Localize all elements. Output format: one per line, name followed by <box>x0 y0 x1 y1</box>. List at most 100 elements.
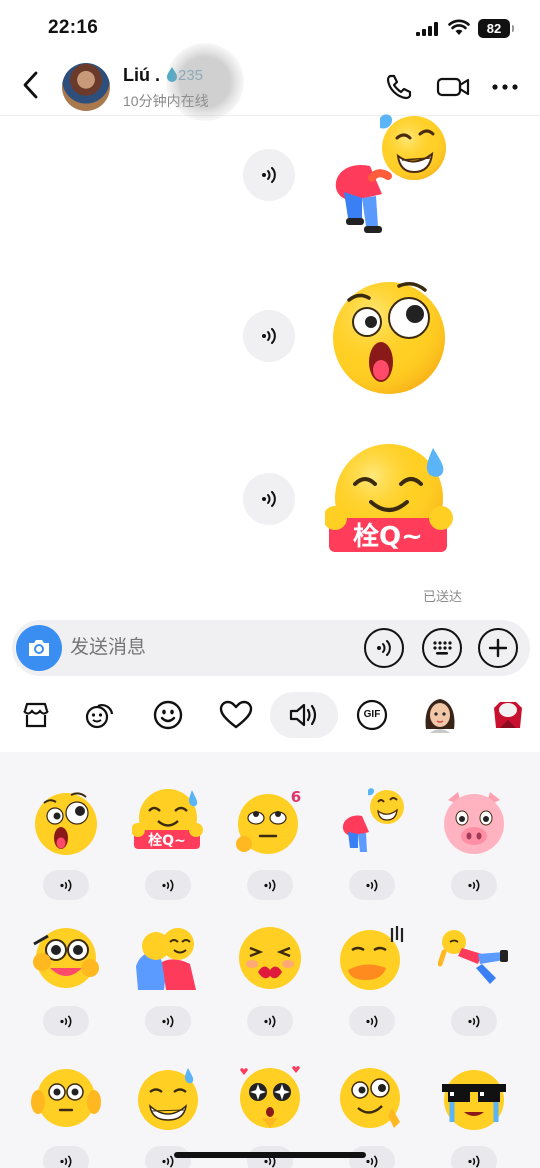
grid-sticker-thanks[interactable]: 栓Q~ <box>118 786 218 900</box>
play-sound-button[interactable] <box>145 870 191 900</box>
sound-wave-icon <box>162 878 174 892</box>
sound-wave-icon <box>262 328 276 344</box>
message-input[interactable] <box>70 633 350 663</box>
red-pack-icon <box>494 702 522 728</box>
grimace-sweat-emoji-sticker <box>138 1068 198 1130</box>
hug-emoji-sticker <box>136 928 196 990</box>
play-sound-button[interactable] <box>43 1146 89 1168</box>
sound-wave-icon <box>377 640 391 656</box>
delivery-status: 已送达 <box>423 589 463 604</box>
play-sound-button[interactable] <box>451 870 497 900</box>
fangirl-emoji-sticker <box>33 928 99 988</box>
chat-message: 栓Q~ <box>0 432 540 562</box>
grid-sticker-bowing[interactable] <box>322 786 422 900</box>
battery-indicator: 82 <box>478 19 514 38</box>
grid-sticker-hug[interactable] <box>118 922 218 1036</box>
tab-stickers[interactable] <box>77 692 123 738</box>
sound-wave-icon <box>366 1014 378 1028</box>
home-indicator[interactable] <box>174 1152 366 1158</box>
sound-wave-icon <box>60 1014 72 1028</box>
play-sound-button[interactable] <box>243 473 295 525</box>
sound-wave-icon <box>366 1154 378 1168</box>
sound-wave-icon <box>264 1014 276 1028</box>
play-sound-button[interactable] <box>247 870 293 900</box>
play-sound-button[interactable] <box>243 149 295 201</box>
sticker-pack-icon <box>85 704 114 729</box>
tab-store[interactable] <box>13 692 59 738</box>
tab-favorites[interactable] <box>213 692 259 738</box>
wifi-icon <box>448 19 470 35</box>
sound-wave-icon <box>264 878 276 892</box>
status-time: 22:16 <box>48 17 99 38</box>
grid-sticker-covering-ears[interactable] <box>16 1062 116 1168</box>
camera-icon <box>29 640 49 656</box>
status-bar: 22:16 82 <box>0 0 540 56</box>
sound-wave-icon <box>468 878 480 892</box>
cool-shades-emoji-sticker <box>442 1070 506 1130</box>
sticker-caption: 栓Q~ <box>148 832 186 849</box>
heart-icon <box>219 700 253 729</box>
grid-sticker-eye-roll[interactable]: 6 <box>220 786 320 900</box>
plus-icon <box>488 638 508 658</box>
play-sound-button[interactable] <box>349 870 395 900</box>
play-sound-button[interactable] <box>43 1006 89 1036</box>
covering-ears-emoji-sticker <box>31 1069 101 1127</box>
bowing-emoji-sticker <box>342 788 404 852</box>
eye-roll-emoji-sticker: 6 <box>236 788 301 854</box>
cellular-signal-icon <box>416 22 438 36</box>
gif-label: GIF <box>363 709 381 720</box>
play-sound-button[interactable] <box>243 310 295 362</box>
grid-sticker-kiss[interactable] <box>220 922 320 1036</box>
grid-sticker-cool-shades[interactable] <box>424 1062 524 1168</box>
contact-name[interactable]: Liú . <box>123 65 160 86</box>
add-button[interactable] <box>478 628 518 668</box>
pig-emoji-sticker <box>444 792 504 854</box>
chat-message <box>0 110 540 240</box>
bowing-emoji-sticker[interactable] <box>322 110 452 240</box>
avatar[interactable] <box>62 63 110 111</box>
sound-wave-icon <box>366 878 378 892</box>
back-arrow-icon[interactable] <box>20 70 42 100</box>
sound-wave-icon <box>468 1154 480 1168</box>
play-sound-button[interactable] <box>451 1006 497 1036</box>
play-sound-button[interactable] <box>247 1006 293 1036</box>
more-options-icon[interactable] <box>490 72 520 102</box>
sound-wave-icon <box>60 878 72 892</box>
chat-message <box>0 272 540 402</box>
play-sound-button[interactable] <box>43 870 89 900</box>
grid-sticker-pig[interactable] <box>424 786 524 900</box>
tab-gif[interactable]: GIF <box>349 692 395 738</box>
play-sound-button[interactable] <box>451 1146 497 1168</box>
sound-wave-icon <box>262 491 276 507</box>
shocked-emoji-sticker[interactable] <box>325 272 455 402</box>
grid-sticker-fangirl[interactable] <box>16 922 116 1036</box>
video-call-icon[interactable] <box>436 72 470 102</box>
voice-button[interactable] <box>364 628 404 668</box>
thanks-emoji-sticker: 栓Q~ <box>132 789 203 849</box>
keyboard-button[interactable] <box>422 628 462 668</box>
play-sound-button[interactable] <box>145 1006 191 1036</box>
smiley-icon <box>153 700 183 730</box>
camera-button[interactable] <box>16 625 62 671</box>
sticker-caption: 栓Q~ <box>353 522 423 552</box>
sound-emoji-grid: 栓Q~ 6 <box>0 752 540 1168</box>
emoji-tab-bar: GIF <box>0 688 540 744</box>
sound-wave-icon <box>60 1154 72 1168</box>
sound-wave-icon <box>468 1014 480 1028</box>
grid-sticker-duck-lips[interactable] <box>322 922 422 1036</box>
phone-call-icon[interactable] <box>384 72 414 102</box>
grid-sticker-shocked[interactable] <box>16 786 116 900</box>
grid-sticker-lying-down[interactable] <box>424 922 524 1036</box>
tab-emoji[interactable] <box>145 692 191 738</box>
smug-emoji-sticker <box>340 1068 400 1128</box>
tab-red-pack[interactable] <box>485 692 531 738</box>
tab-avatar-stickers[interactable] <box>417 692 463 738</box>
tab-sound-emoji[interactable] <box>270 692 338 738</box>
lying-down-emoji-sticker <box>438 930 508 984</box>
store-icon <box>23 702 49 728</box>
duck-lips-emoji-sticker <box>340 926 404 990</box>
sound-wave-icon <box>262 167 276 183</box>
thanks-emoji-sticker[interactable]: 栓Q~ <box>325 438 455 568</box>
play-sound-button[interactable] <box>349 1006 395 1036</box>
shocked-emoji-sticker <box>35 792 97 855</box>
